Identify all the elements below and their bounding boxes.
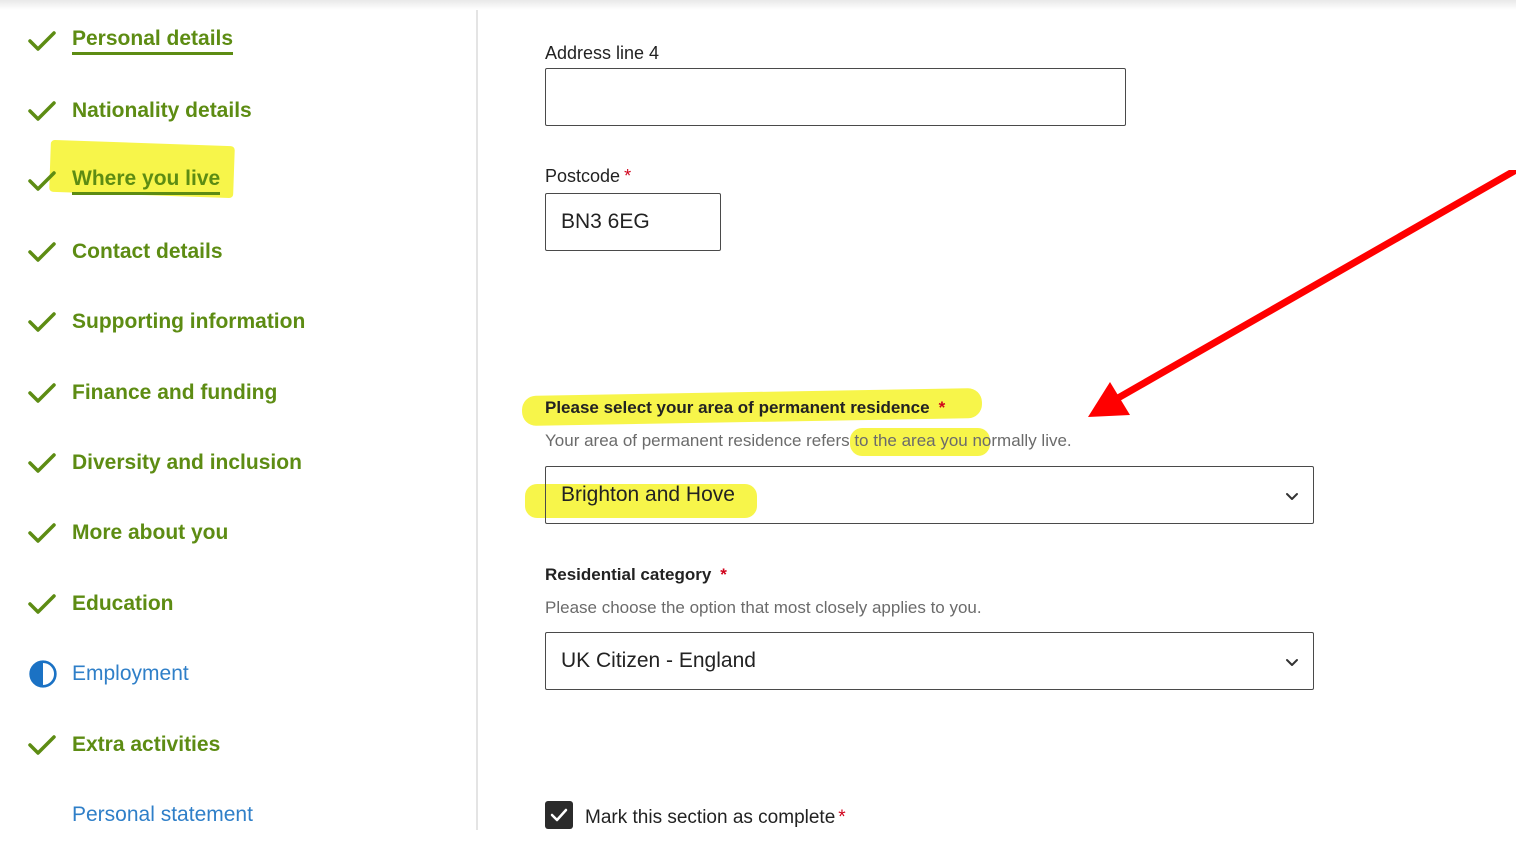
checkmark-icon — [28, 96, 58, 126]
checkmark-icon — [28, 730, 58, 760]
annotation-arrow-shaft — [1114, 170, 1516, 402]
required-mark: * — [624, 166, 632, 186]
checkmark-icon — [28, 26, 58, 56]
annotation-arrow-head — [1088, 382, 1130, 417]
checkmark-icon — [550, 808, 568, 822]
mark-complete-label: Mark this section as complete * — [585, 807, 846, 829]
area-of-residence-label-text: Please select your area of permanent res… — [545, 398, 930, 417]
sidebar-item-personal-details[interactable]: Personal details — [28, 21, 234, 61]
sidebar-item-extra-activities[interactable]: Extra activities — [28, 725, 220, 765]
sidebar-item-label: Diversity and inclusion — [72, 451, 302, 474]
sidebar-item-label: Personal statement — [72, 803, 253, 826]
sidebar-item-label: More about you — [72, 521, 229, 544]
sidebar-item-label: Education — [72, 592, 174, 615]
sidebar-item-label: Supporting information — [72, 310, 306, 333]
checkmark-icon — [28, 166, 58, 196]
mark-complete-checkbox[interactable] — [545, 801, 573, 829]
sidebar-item-label: Contact details — [72, 240, 223, 263]
postcode-input[interactable] — [545, 193, 721, 251]
sidebar-item-label: Extra activities — [72, 733, 221, 756]
area-of-residence-value: Brighton and Hove — [561, 483, 735, 506]
sidebar-item-employment[interactable]: Employment — [28, 654, 189, 694]
sidebar-item-diversity-and-inclusion[interactable]: Diversity and inclusion — [28, 443, 302, 483]
sidebar-item-finance-and-funding[interactable]: Finance and funding — [28, 373, 277, 413]
top-shadow — [0, 0, 1516, 10]
checkmark-icon — [28, 518, 58, 548]
residential-category-label: Residential category * — [545, 565, 727, 585]
checkmark-icon — [28, 237, 58, 267]
address-line-4-input[interactable] — [545, 68, 1126, 126]
status-empty — [28, 800, 58, 830]
residential-category-select[interactable]: UK Citizen - England — [545, 632, 1314, 690]
sidebar-item-where-you-live[interactable]: Where you live — [28, 161, 221, 201]
residential-category-value: UK Citizen - England — [561, 649, 756, 672]
sidebar-item-label: Personal details — [72, 27, 234, 55]
checkmark-icon — [28, 589, 58, 619]
sidebar-item-label: Employment — [72, 662, 189, 685]
area-of-residence-select[interactable]: Brighton and Hove — [545, 466, 1314, 524]
area-of-residence-hint: Your area of permanent residence refers … — [545, 431, 1072, 450]
postcode-label: Postcode * — [545, 166, 631, 187]
checkmark-icon — [28, 448, 58, 478]
sidebar-item-nationality-details[interactable]: Nationality details — [28, 91, 252, 131]
required-mark: * — [938, 398, 946, 417]
half-circle-icon — [28, 659, 58, 689]
checkmark-icon — [28, 307, 58, 337]
residential-category-label-text: Residential category — [545, 565, 712, 584]
sidebar-item-contact-details[interactable]: Contact details — [28, 232, 223, 272]
sidebar-item-supporting-information[interactable]: Supporting information — [28, 302, 305, 342]
chevron-down-icon — [1285, 649, 1299, 673]
address-line-4-label: Address line 4 — [545, 43, 660, 63]
residential-category-hint: Please choose the option that most close… — [545, 598, 982, 617]
sidebar-item-education[interactable]: Education — [28, 584, 174, 624]
sidebar-item-label: Nationality details — [72, 99, 252, 122]
chevron-down-icon — [1285, 483, 1299, 507]
checkmark-icon — [28, 378, 58, 408]
section-sidebar: Personal details Nationality details Whe… — [10, 10, 478, 830]
sidebar-item-label: Finance and funding — [72, 381, 278, 404]
required-mark: * — [838, 807, 846, 828]
annotation-arrow — [1088, 170, 1516, 417]
area-of-residence-label: Please select your area of permanent res… — [545, 398, 945, 418]
sidebar-item-personal-statement[interactable]: Personal statement — [28, 795, 253, 835]
sidebar-item-label: Where you live — [72, 167, 221, 195]
postcode-label-text: Postcode — [545, 166, 621, 186]
required-mark: * — [720, 565, 727, 584]
sidebar-item-more-about-you[interactable]: More about you — [28, 513, 228, 553]
mark-complete-label-text: Mark this section as complete — [585, 807, 836, 828]
